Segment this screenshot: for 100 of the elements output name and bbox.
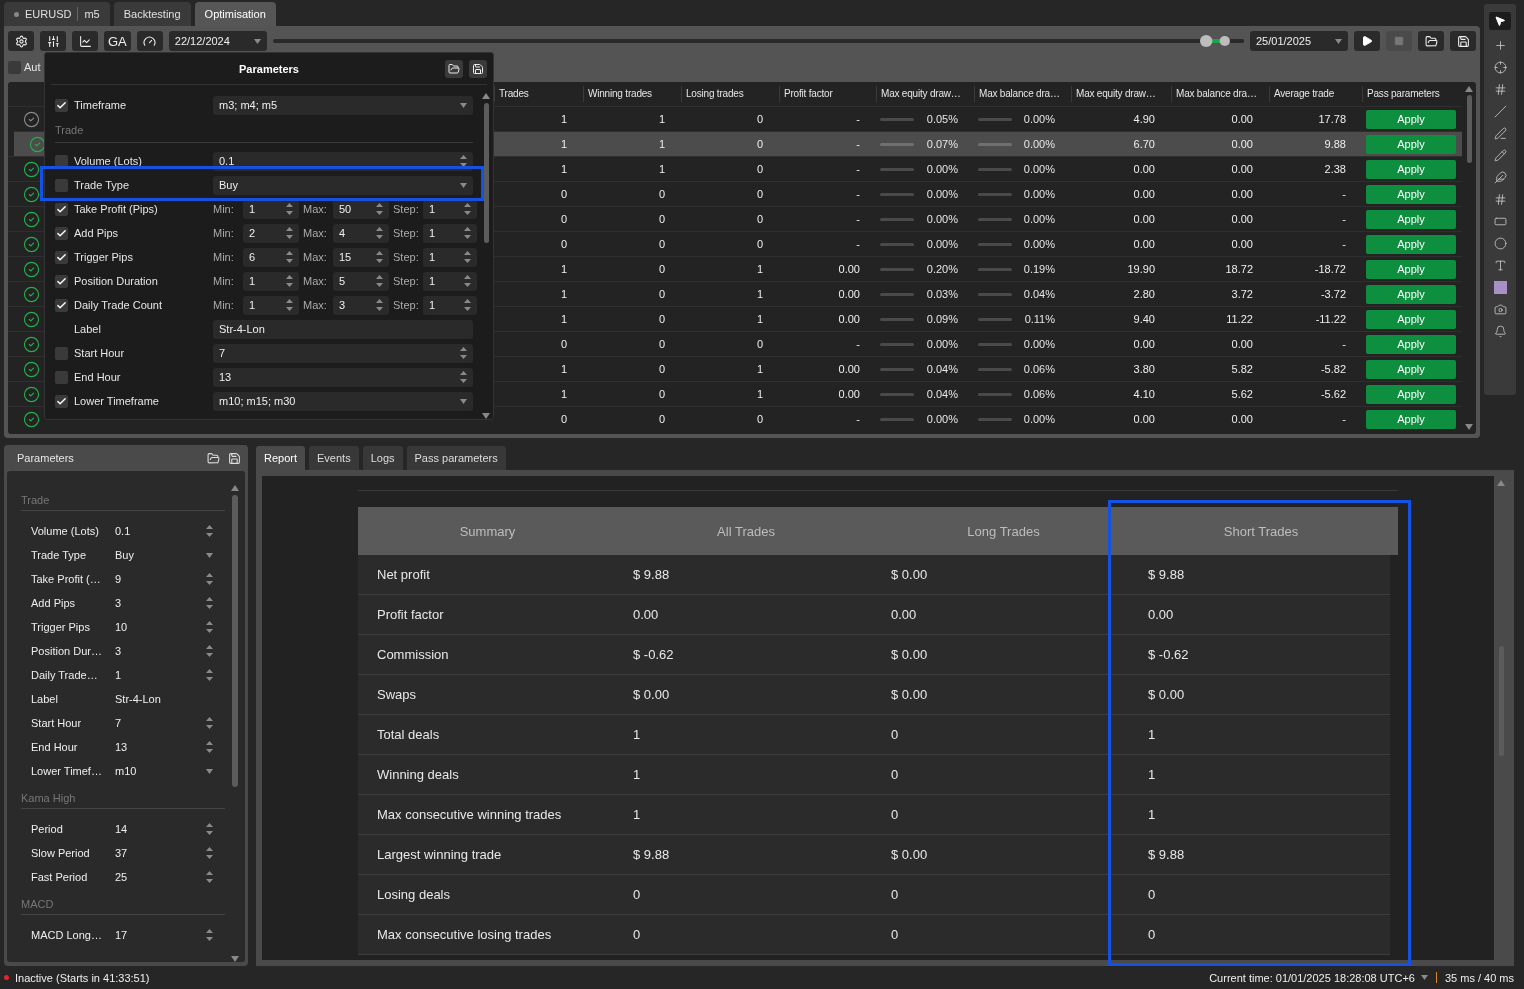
spin-field[interactable]: 1 (423, 223, 477, 243)
spin-field[interactable]: 7 (213, 343, 473, 363)
spin-field[interactable]: 1 (423, 271, 477, 291)
spin-field[interactable]: 13 (213, 367, 473, 387)
tab[interactable]: Events (309, 446, 359, 470)
save-button[interactable] (469, 60, 487, 78)
rectangle-icon[interactable] (1493, 215, 1507, 228)
spin-arrows-icon[interactable] (206, 645, 213, 657)
pen-icon[interactable] (1493, 127, 1507, 140)
apply-button[interactable]: Apply (1366, 234, 1456, 254)
apply-button[interactable]: Apply (1366, 134, 1456, 154)
apply-button[interactable]: Apply (1366, 284, 1456, 304)
checkbox[interactable] (55, 346, 68, 360)
spin-field[interactable]: 1 (423, 295, 477, 315)
ga-button[interactable]: GA (104, 31, 131, 51)
scrollbar-thumb[interactable] (483, 103, 489, 243)
spin-arrows-icon[interactable] (206, 871, 213, 883)
color-swatch-icon[interactable] (1493, 281, 1507, 294)
spin-arrows-icon[interactable] (206, 929, 213, 941)
crosshair-icon[interactable] (1493, 61, 1507, 74)
dropdown[interactable]: Buy (213, 175, 473, 195)
apply-button[interactable]: Apply (1366, 209, 1456, 229)
apply-button[interactable]: Apply (1366, 309, 1456, 329)
checkbox[interactable] (55, 394, 68, 408)
scroll-up-icon[interactable] (231, 485, 239, 491)
spin-arrows-icon[interactable] (286, 251, 293, 263)
spin-arrows-icon[interactable] (376, 275, 383, 287)
apply-button[interactable]: Apply (1366, 259, 1456, 279)
apply-button[interactable]: Apply (1366, 409, 1456, 429)
spin-field[interactable]: 6 (243, 247, 299, 267)
text-icon[interactable] (1493, 259, 1507, 272)
spin-arrows-icon[interactable] (464, 275, 471, 287)
spin-arrows-icon[interactable] (206, 573, 213, 585)
camera-icon[interactable] (1493, 303, 1507, 316)
spin-arrows-icon[interactable] (206, 847, 213, 859)
tab[interactable]: Logs (362, 446, 403, 470)
spin-arrows-icon[interactable] (286, 275, 293, 287)
spin-arrows-icon[interactable] (460, 347, 467, 359)
checkbox[interactable] (55, 370, 68, 384)
spin-field[interactable]: 5 (333, 271, 389, 291)
spin-field[interactable]: 1 (423, 247, 477, 267)
folder-icon[interactable] (207, 451, 220, 465)
spin-arrows-icon[interactable] (376, 203, 383, 215)
slider-thumb[interactable] (1199, 35, 1213, 47)
spin-arrows-icon[interactable] (286, 227, 293, 239)
date-range-slider[interactable] (272, 34, 1244, 48)
tab[interactable]: Report (256, 446, 306, 470)
start-date-dropdown[interactable]: 22/12/2024 (168, 31, 267, 51)
spin-arrows-icon[interactable] (286, 299, 293, 311)
spin-arrows-icon[interactable] (206, 823, 213, 835)
checkbox[interactable] (55, 178, 68, 192)
checkbox[interactable] (55, 202, 68, 216)
spin-arrows-icon[interactable] (464, 227, 471, 239)
scroll-down-icon[interactable] (482, 413, 490, 419)
spin-field[interactable]: 4 (333, 223, 389, 243)
symbol-tab[interactable]: EURUSD m5 (4, 2, 110, 26)
checkbox[interactable] (55, 274, 68, 288)
apply-button[interactable]: Apply (1366, 359, 1456, 379)
circle-icon[interactable] (1493, 237, 1507, 250)
cursor-tool[interactable] (1489, 12, 1511, 30)
scroll-up-icon[interactable] (482, 93, 490, 99)
settings-button[interactable] (8, 31, 34, 51)
open-button[interactable] (1418, 31, 1444, 51)
checkbox[interactable] (55, 226, 68, 240)
spin-arrows-icon[interactable] (206, 669, 213, 681)
pencil-icon[interactable] (1493, 149, 1507, 162)
spin-arrows-icon[interactable] (460, 155, 467, 167)
checkbox[interactable] (55, 250, 68, 264)
spin-arrows-icon[interactable] (464, 299, 471, 311)
end-date-dropdown[interactable]: 25/01/2025 (1250, 31, 1348, 51)
slider-thumb[interactable] (1219, 36, 1230, 46)
spin-field[interactable]: 1 (243, 295, 299, 315)
scroll-down-icon[interactable] (231, 956, 239, 962)
apply-button[interactable]: Apply (1366, 384, 1456, 404)
spin-arrows-icon[interactable] (206, 525, 213, 537)
save-icon[interactable] (228, 451, 241, 465)
scrollbar-thumb[interactable] (232, 495, 238, 787)
chart-button[interactable] (72, 31, 98, 51)
scroll-up-icon[interactable] (1497, 480, 1505, 486)
spin-arrows-icon[interactable] (286, 203, 293, 215)
scroll-up-icon[interactable] (1465, 86, 1473, 92)
save-button[interactable] (1450, 31, 1476, 51)
feather-icon[interactable] (1493, 171, 1507, 184)
spin-arrows-icon[interactable] (464, 203, 471, 215)
apply-button[interactable]: Apply (1366, 159, 1456, 179)
open-button[interactable] (445, 60, 463, 78)
spin-arrows-icon[interactable] (460, 371, 467, 383)
spin-arrows-icon[interactable] (376, 251, 383, 263)
parameters-button[interactable] (40, 31, 66, 51)
spin-arrows-icon[interactable] (376, 299, 383, 311)
checkbox[interactable] (8, 60, 21, 74)
spin-field[interactable]: 15 (333, 247, 389, 267)
scroll-down-icon[interactable] (1465, 424, 1473, 430)
scrollbar-thumb[interactable] (1466, 95, 1472, 163)
tab[interactable]: Optimisation (194, 2, 276, 26)
spin-field[interactable]: 1 (243, 271, 299, 291)
grid-icon[interactable] (1493, 193, 1507, 206)
spin-arrows-icon[interactable] (206, 597, 213, 609)
line-icon[interactable] (1493, 105, 1507, 118)
spin-arrows-icon[interactable] (206, 621, 213, 633)
